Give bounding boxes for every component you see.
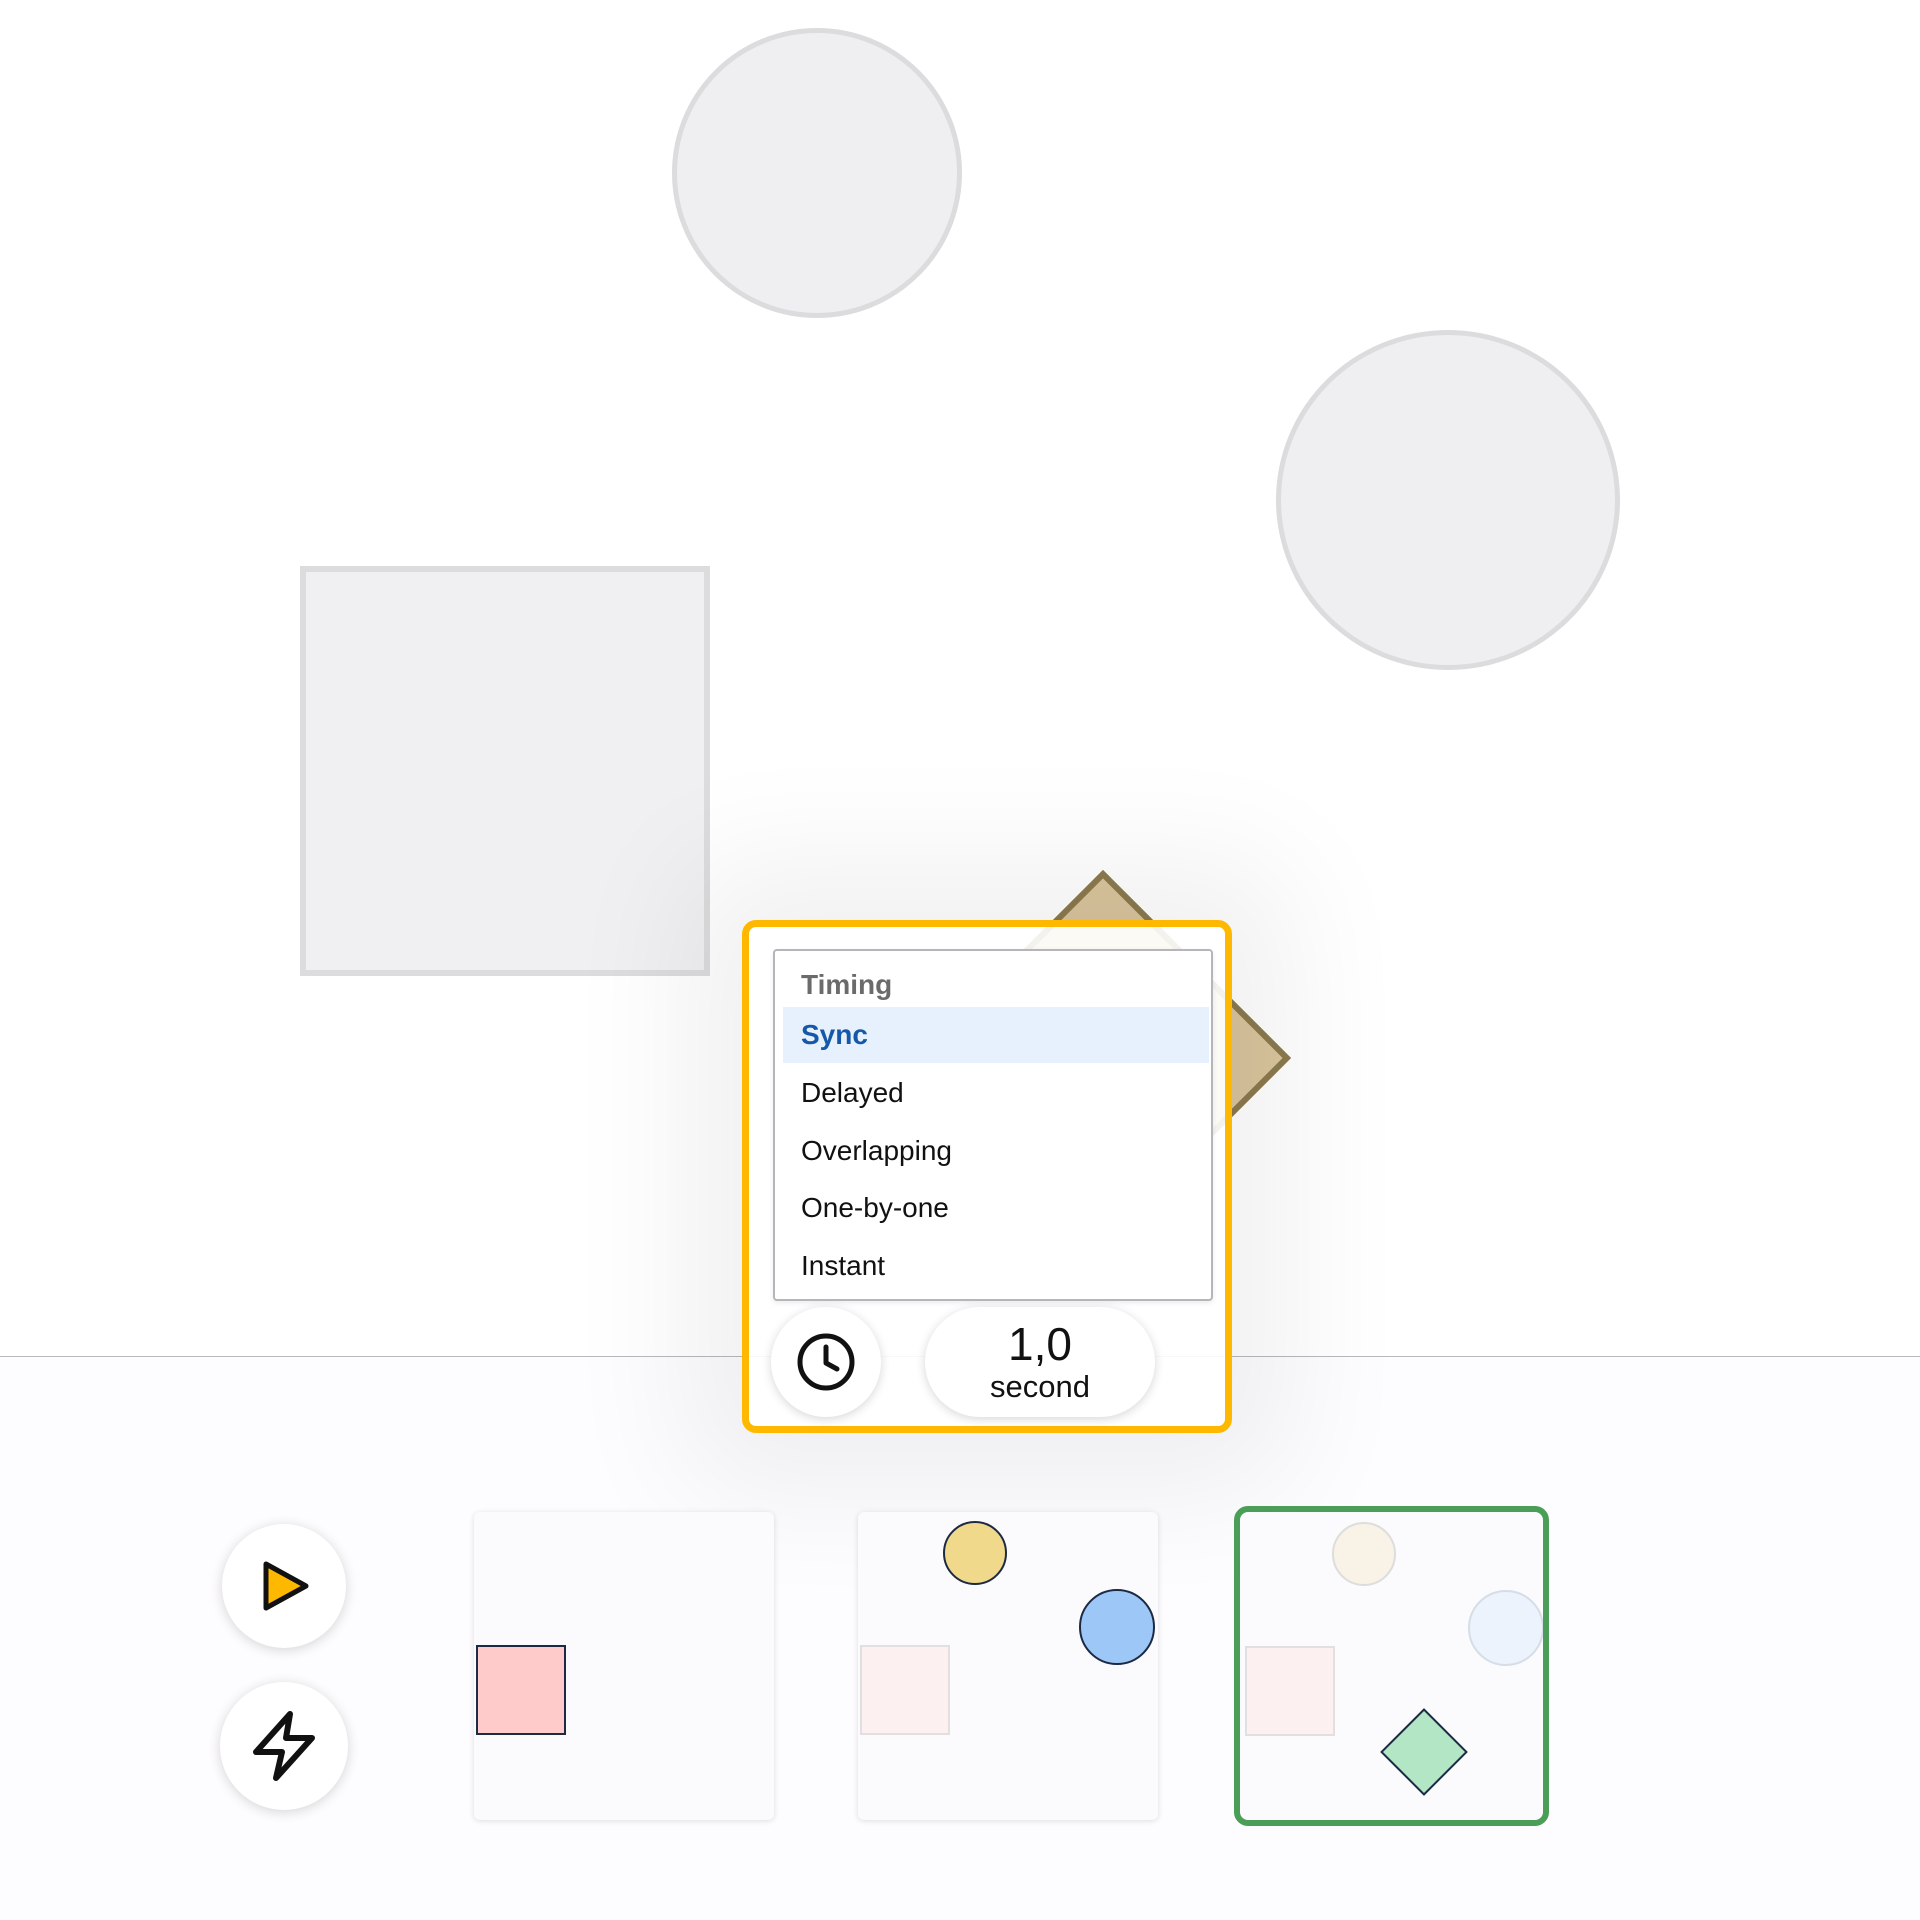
frame-thumbnail-3[interactable] (1234, 1506, 1549, 1826)
play-icon (263, 1561, 309, 1611)
timing-dropdown-list: Timing Sync Delayed Overlapping One-by-o… (773, 949, 1213, 1301)
frame-thumbnail-1[interactable] (474, 1512, 774, 1820)
canvas-square[interactable] (300, 566, 710, 976)
canvas-circle-top[interactable] (672, 28, 962, 318)
thumb-circle-blue (1079, 1589, 1155, 1665)
timing-button[interactable] (771, 1307, 881, 1417)
duration-input[interactable]: 1,0 second (925, 1307, 1155, 1417)
timing-option-delayed[interactable]: Delayed (783, 1065, 1209, 1121)
canvas-circle-right[interactable] (1276, 330, 1620, 670)
timing-option-one-by-one[interactable]: One-by-one (783, 1180, 1209, 1236)
timing-header: Timing (801, 969, 893, 1000)
thumb-square-faded (1245, 1646, 1335, 1736)
lightning-icon (253, 1711, 315, 1781)
play-button[interactable] (222, 1524, 346, 1648)
thumb-square-faded (860, 1645, 950, 1735)
thumb-circle-blue-faded (1468, 1590, 1543, 1666)
clock-icon (797, 1333, 855, 1391)
frame-thumbnail-2[interactable] (858, 1512, 1158, 1820)
timing-option-overlapping[interactable]: Overlapping (783, 1123, 1209, 1179)
duration-value: 1,0 (1008, 1318, 1072, 1370)
thumb-circle-yellow (943, 1521, 1007, 1585)
duration-unit: second (990, 1369, 1090, 1404)
effects-button[interactable] (220, 1682, 348, 1810)
timing-option-sync[interactable]: Sync (783, 1007, 1209, 1063)
timing-option-instant[interactable]: Instant (783, 1238, 1209, 1294)
timing-popover: Timing Sync Delayed Overlapping One-by-o… (742, 920, 1232, 1433)
thumb-square (476, 1645, 566, 1735)
thumb-circle-faded (1332, 1522, 1396, 1586)
thumb-diamond (1380, 1708, 1468, 1796)
